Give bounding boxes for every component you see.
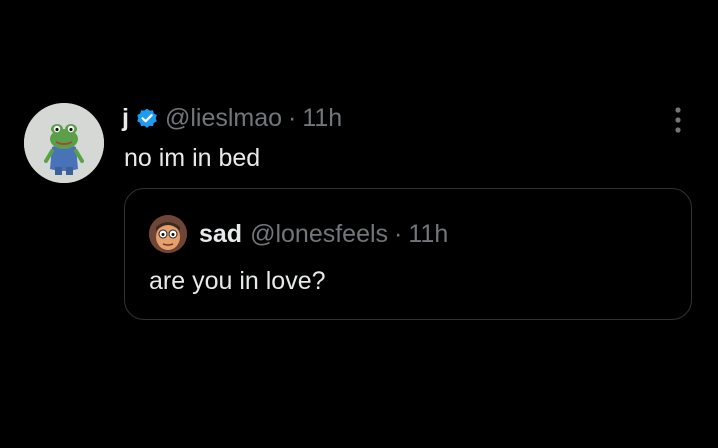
quoted-tweet-timestamp[interactable]: 11h — [408, 218, 448, 250]
frog-avatar-icon — [24, 103, 104, 183]
tweet-timestamp[interactable]: 11h — [302, 102, 342, 134]
quoted-author-handle[interactable]: @lonesfeels — [250, 218, 388, 250]
quoted-tweet-header: sad @lonesfeels · 11h — [199, 218, 448, 250]
quoted-tweet[interactable]: sad @lonesfeels · 11h are you in love? — [124, 188, 692, 320]
cartoon-avatar-icon — [149, 215, 187, 253]
quoted-author-display-name[interactable]: sad — [199, 218, 242, 250]
author-avatar[interactable] — [24, 103, 104, 183]
tweet-header: j @lieslmao · 11h — [122, 102, 342, 134]
more-vertical-icon[interactable] — [668, 104, 688, 136]
tweet[interactable]: j @lieslmao · 11h no im in bed sad @lone… — [0, 0, 718, 448]
quoted-author-avatar[interactable] — [149, 215, 187, 253]
quoted-tweet-text: are you in love? — [149, 267, 326, 295]
tweet-text: no im in bed — [124, 144, 261, 172]
header-separator: · — [288, 104, 297, 132]
quoted-header-separator: · — [394, 220, 403, 248]
author-handle[interactable]: @lieslmao — [165, 102, 282, 134]
verified-badge-icon — [135, 106, 159, 130]
author-display-name[interactable]: j — [122, 102, 129, 134]
